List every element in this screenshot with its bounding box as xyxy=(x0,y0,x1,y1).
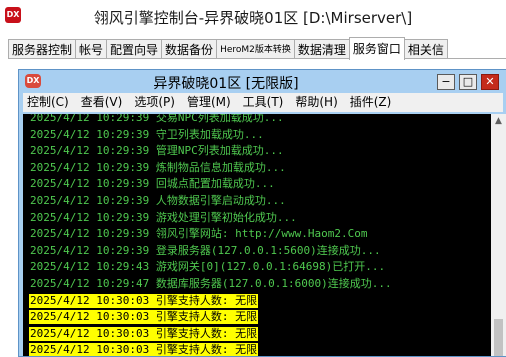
menu-item-5[interactable]: 帮助(H) xyxy=(291,93,341,112)
menu-item-0[interactable]: 控制(C) xyxy=(23,93,73,112)
tab-6[interactable]: 服务窗口 xyxy=(348,37,405,60)
service-window-title: 异界破晓01区 [无限版] xyxy=(153,76,299,92)
log-line: 2025/4/12 10:29:43 游戏网关[0](127.0.0.1:646… xyxy=(30,260,386,274)
log-line: 2025/4/12 10:29:47 数据库服务器(127.0.0.1:6000… xyxy=(30,277,392,290)
log-line: 2025/4/12 10:29:39 游戏处理引擎初始化成功... xyxy=(30,210,297,224)
log-line: 2025/4/12 10:30:03 引擎支持人数: 无限 xyxy=(29,293,259,308)
tab-2[interactable]: 配置向导 xyxy=(106,39,163,60)
service-window: DX 异界破晓01区 [无限版] − □ ✕ 控制(C) 查看(V) 选项(P) 管理… xyxy=(18,69,506,357)
log-line: 2025/4/12 10:29:39 登录服务器(127.0.0.1:5600)… xyxy=(30,243,381,257)
tab-strip: 服务器控制 帐号 配置向导 数据备份 HeroM2版本转换 数据清理 服务窗口 相关信 xyxy=(8,37,448,60)
log-console[interactable]: 2025/4/12 10:29:39 交易NPC列表加载成功... 2025/4/… xyxy=(23,114,491,356)
tab-4[interactable]: HeroM2版本转换 xyxy=(216,39,295,60)
log-line: 2025/4/12 10:29:39 人物数据引擎启动成功... xyxy=(30,194,286,207)
menu-item-3[interactable]: 管理(M) xyxy=(183,93,235,112)
log-line: 2025/4/12 10:29:39 翎风引擎网站: http://www.Ha… xyxy=(30,227,368,241)
log-line: 2025/4/12 10:29:39 守卫列表加载成功... xyxy=(30,127,264,141)
menu-item-6[interactable]: 插件(Z) xyxy=(346,93,396,112)
menu-item-1[interactable]: 查看(V) xyxy=(77,93,127,112)
scroll-up-arrow-icon[interactable]: ▲ xyxy=(491,114,506,129)
outer-title-bar: DX 翎风引擎控制台-异界破晓01区 [D:\Mirserver\] xyxy=(0,0,506,32)
tab-1[interactable]: 帐号 xyxy=(75,39,108,60)
window-title: 翎风引擎控制台-异界破晓01区 [D:\Mirserver\] xyxy=(93,9,413,27)
maximize-button[interactable]: □ xyxy=(459,74,477,90)
tab-5[interactable]: 数据清理 xyxy=(293,39,350,60)
menu-bar: 控制(C) 查看(V) 选项(P) 管理(M) 工具(T) 帮助(H) 插件(Z) xyxy=(23,93,503,112)
log-line: 2025/4/12 10:29:39 交易NPC列表加载成功... xyxy=(30,114,284,124)
menu-item-2[interactable]: 选项(P) xyxy=(130,93,179,112)
log-line: 2025/4/12 10:30:03 引擎支持人数: 无限 xyxy=(29,343,259,356)
minimize-button[interactable]: − xyxy=(437,74,455,90)
close-button[interactable]: ✕ xyxy=(481,74,499,90)
tab-7[interactable]: 相关信 xyxy=(403,39,448,60)
scroll-thumb[interactable] xyxy=(494,319,503,356)
log-line: 2025/4/12 10:29:39 炼制物品信息加载成功... xyxy=(30,160,286,174)
tab-3[interactable]: 数据备份 xyxy=(161,39,218,60)
log-line: 2025/4/12 10:29:39 回城点配置加载成功... xyxy=(30,177,275,191)
log-line: 2025/4/12 10:30:03 引擎支持人数: 无限 xyxy=(29,326,259,341)
log-line: 2025/4/12 10:30:03 引擎支持人数: 无限 xyxy=(29,310,259,325)
tab-0[interactable]: 服务器控制 xyxy=(8,39,77,60)
vertical-scrollbar[interactable]: ▲ xyxy=(491,114,506,356)
menu-item-4[interactable]: 工具(T) xyxy=(239,93,288,112)
log-line: 2025/4/12 10:29:39 管理NPC列表加载成功... xyxy=(30,144,284,158)
